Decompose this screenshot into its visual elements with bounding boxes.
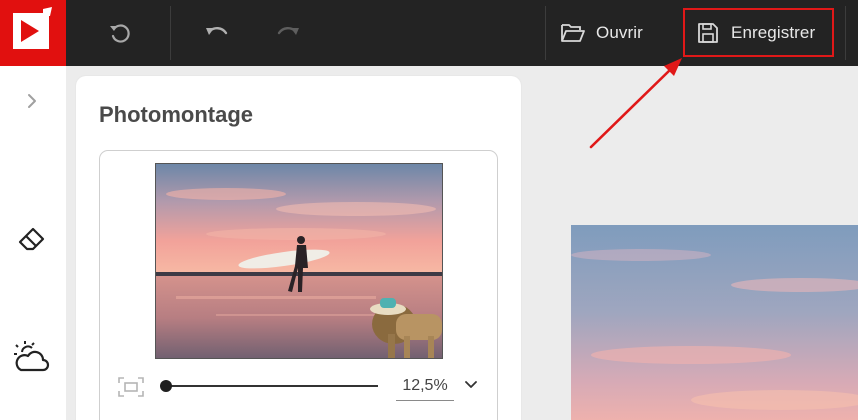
canvas-sky-image: [571, 225, 858, 420]
undo-icon: [206, 27, 228, 35]
zoom-controls: 12,5%: [100, 369, 499, 403]
surfer-beach-image: [156, 164, 442, 358]
reset-button[interactable]: [107, 13, 133, 53]
open-button-label: Ouvrir: [596, 23, 643, 42]
sidebar-item-eraser[interactable]: [16, 222, 48, 259]
chevron-down-icon[interactable]: [464, 379, 478, 391]
sun-cloud-icon: [14, 341, 50, 372]
preview-box: 12,5%: [99, 150, 498, 420]
preview-thumbnail[interactable]: [155, 163, 443, 359]
folder-open-icon: [561, 24, 585, 42]
open-button[interactable]: Ouvrir: [560, 13, 643, 53]
toolbar-divider: [170, 6, 171, 60]
canvas-photo[interactable]: [571, 225, 858, 420]
panel-title: Photomontage: [99, 102, 253, 127]
play-logo-icon: [13, 7, 52, 49]
undo-button[interactable]: [203, 13, 231, 53]
chevron-right-icon: [28, 94, 36, 108]
sidebar-item-weather[interactable]: [13, 340, 51, 379]
eraser-icon: [18, 227, 45, 251]
zoom-slider[interactable]: [160, 380, 378, 392]
save-button[interactable]: Enregistrer: [683, 8, 834, 57]
toolbar-divider: [845, 6, 846, 60]
fit-to-screen-icon[interactable]: [118, 377, 144, 397]
redo-button[interactable]: [274, 13, 302, 53]
left-sidebar: [0, 66, 66, 420]
redo-icon: [277, 27, 299, 35]
top-toolbar: Ouvrir Enregistrer: [0, 0, 858, 66]
floppy-disk-icon: [698, 22, 718, 43]
zoom-value-select[interactable]: 12,5%: [396, 375, 454, 401]
sidebar-expand-button[interactable]: [24, 92, 40, 115]
save-button-label: Enregistrer: [731, 22, 816, 42]
app-logo[interactable]: [0, 0, 66, 66]
zoom-slider-handle[interactable]: [160, 380, 172, 392]
rotate-left-icon: [110, 24, 130, 43]
photomontage-panel: Photomontage 12,5%: [76, 76, 521, 420]
toolbar-divider: [545, 6, 546, 60]
